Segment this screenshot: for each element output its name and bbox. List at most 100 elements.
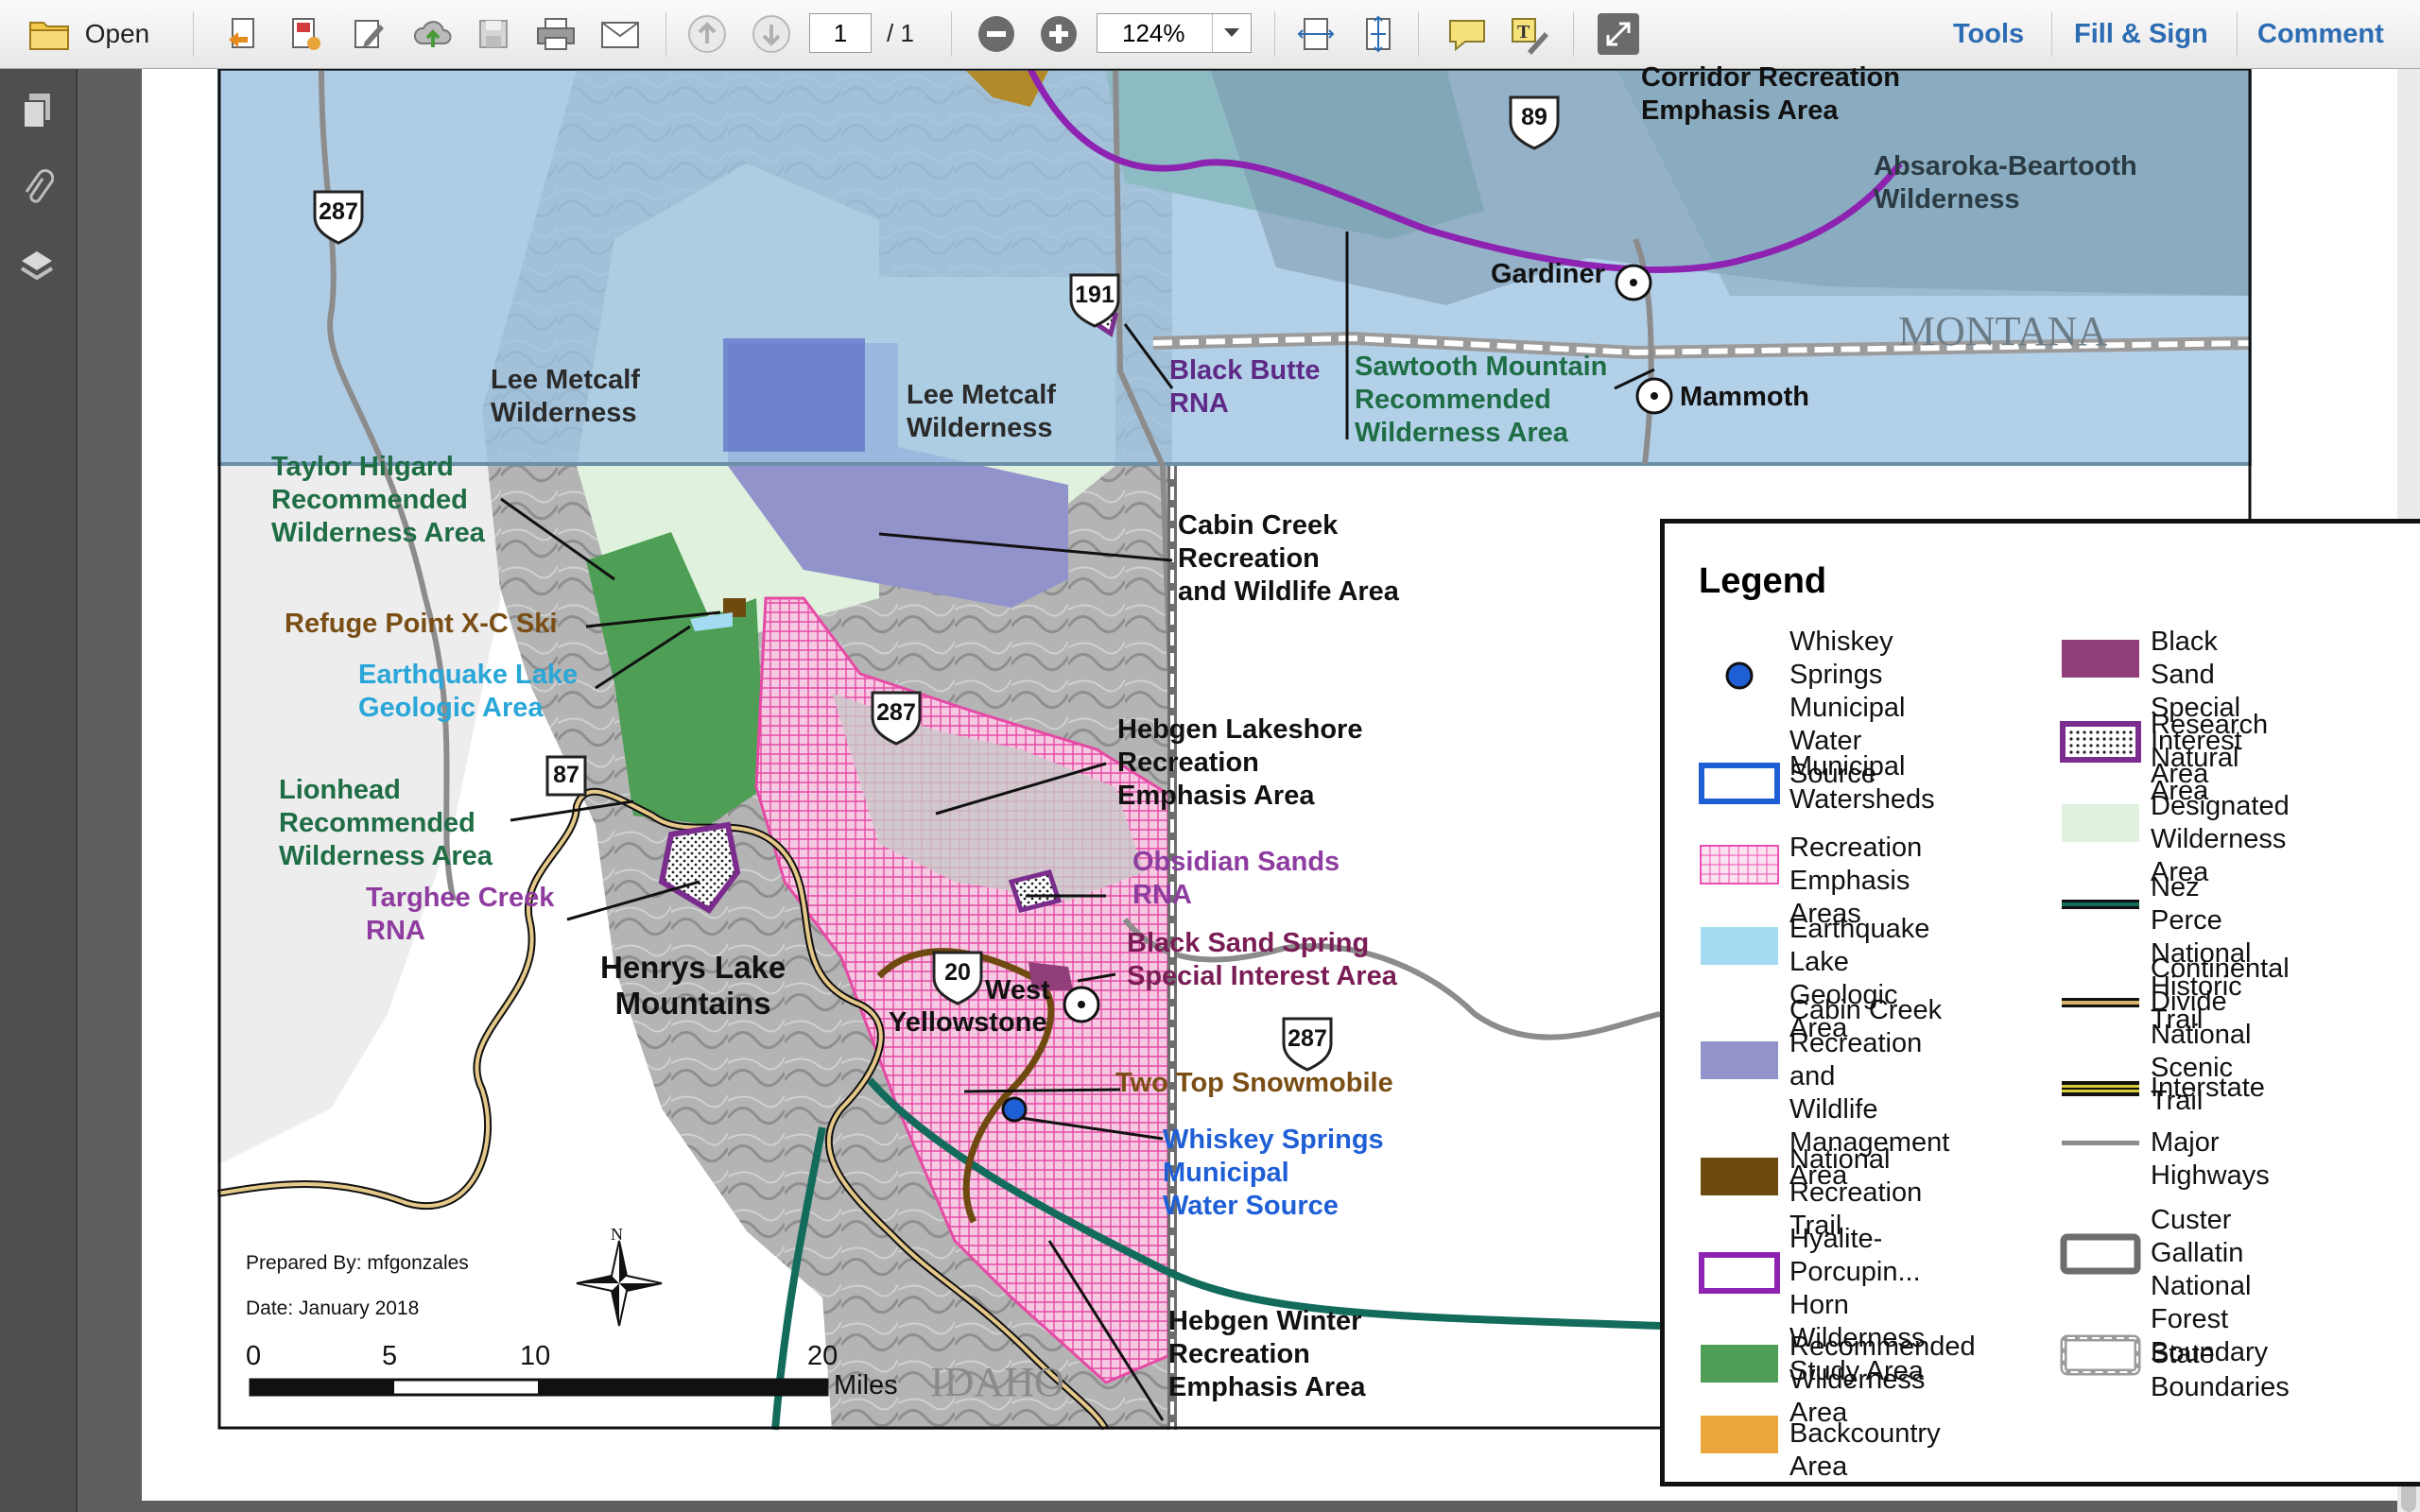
map-label-hebgen-lakeshore: Hebgen Lakeshore Recreation Emphasis Area — [1117, 713, 1362, 813]
map-label-cabin-creek: Cabin Creek Recreation and Wildlife Area — [1178, 509, 1399, 609]
tools-button[interactable]: Tools — [1953, 13, 2024, 55]
highway-287-center: 287 — [876, 699, 916, 726]
page-thumbnails-icon[interactable] — [15, 90, 59, 133]
fit-page-icon[interactable] — [1354, 0, 1403, 68]
label-line: Hebgen Winter — [1168, 1306, 1362, 1336]
map-legend: Legend Whiskey Springs Municipal Water Sou… — [1660, 519, 2420, 1486]
map-label-henrys-lake: Henrys Lake Mountains — [600, 950, 786, 1022]
next-page-icon[interactable] — [747, 0, 796, 68]
label-line: Mountains — [614, 986, 771, 1021]
legend-label-line: Recommended — [1789, 1332, 1976, 1362]
highlight-text-icon[interactable]: T — [1505, 0, 1554, 68]
legend-label-line: Recreation — [1789, 833, 1923, 863]
save-icon[interactable] — [469, 0, 518, 68]
map-label-black-sand-spring: Black Sand Spring Special Interest Area — [1127, 927, 1397, 993]
label-line: Black Sand Spring — [1127, 928, 1370, 958]
designated-fill-icon — [2060, 802, 2141, 849]
legend-label-line: Research Natural — [2151, 710, 2269, 773]
prepared-by: Prepared By: mfgonzales — [246, 1252, 469, 1274]
label-line: Recommended — [279, 808, 475, 838]
fill-sign-button[interactable]: Fill & Sign — [2074, 13, 2208, 55]
map-frame: Corridor Recreation Emphasis Area Absarok… — [216, 62, 2420, 1486]
fit-width-icon[interactable] — [1291, 0, 1340, 68]
label-line: Geologic Area — [358, 693, 544, 723]
study-outline-icon — [1699, 1251, 1780, 1298]
map-label-hebgen-winter: Hebgen Winter Recreation Emphasis Area — [1168, 1305, 1365, 1404]
scale-0: 0 — [246, 1341, 262, 1371]
map-label-idaho: IDAHO — [930, 1359, 1064, 1405]
highway-191: 191 — [1075, 282, 1115, 308]
interstate-line-icon — [2060, 1068, 2141, 1114]
legend-label-line: Designated — [2151, 791, 2290, 821]
label-line: RNA — [1169, 388, 1229, 419]
open-button[interactable]: Open — [13, 0, 164, 68]
upload-cloud-icon[interactable] — [408, 0, 458, 68]
attachments-icon[interactable] — [15, 167, 59, 211]
sticky-note-icon[interactable] — [1443, 0, 1492, 68]
label-line: Lee Metcalf — [491, 365, 640, 395]
zoom-value: 124% — [1122, 19, 1185, 47]
svg-text:T: T — [1517, 22, 1530, 43]
export-pdf-icon[interactable] — [280, 0, 329, 68]
map-label-obsidian-sands: Obsidian Sands RNA — [1132, 846, 1340, 912]
map-label-earthquake-lake: Earthquake Lake Geologic Area — [358, 659, 578, 725]
map-label-targhee-creek: Targhee Creek RNA — [366, 882, 554, 948]
cdt-line-icon — [2060, 982, 2141, 1028]
legend-label-line: Continental Divide — [2151, 954, 2290, 1017]
legend-label-line: Wildlife — [1789, 1094, 1878, 1125]
open-label: Open — [84, 19, 150, 48]
backcountry-fill-icon — [1699, 1414, 1780, 1460]
legend-label-line: Watersheds — [1789, 784, 1935, 815]
map-label-absaroka: Absaroka-Beartooth Wilderness — [1874, 150, 2137, 216]
label-line: Wilderness — [907, 413, 1053, 443]
label-line: Cabin Creek — [1178, 510, 1339, 541]
folder-icon — [28, 22, 69, 50]
zoom-out-icon[interactable] — [972, 0, 1021, 68]
label-line: Emphasis Area — [1168, 1372, 1366, 1402]
print-icon[interactable] — [531, 0, 580, 68]
map-label-lee-metcalf-2: Lee Metcalf Wilderness — [907, 379, 1056, 445]
label-line: Emphasis Area — [1117, 781, 1315, 811]
highway-89: 89 — [1521, 104, 1547, 130]
layers-icon[interactable] — [15, 245, 59, 288]
legend-title: Legend — [1699, 561, 1827, 601]
page-total: / 1 — [887, 19, 914, 47]
legend-label: State Boundaries — [2151, 1338, 2290, 1404]
map-label-black-butte: Black Butte RNA — [1169, 354, 1321, 421]
comment-button[interactable]: Comment — [2257, 13, 2384, 55]
highway-287-south: 287 — [1288, 1025, 1327, 1052]
edit-pdf-icon[interactable] — [344, 0, 393, 68]
label-line: Hebgen Lakeshore — [1117, 714, 1363, 745]
zoom-select[interactable]: 124% — [1097, 13, 1252, 53]
previous-page-icon[interactable] — [683, 0, 732, 68]
special-interest-fill-icon — [2060, 638, 2141, 684]
scale-10: 10 — [520, 1341, 551, 1371]
scale-5: 5 — [382, 1341, 398, 1371]
legend-label: Interstate — [2151, 1072, 2265, 1105]
map-label-corridor: Corridor Recreation Emphasis Area — [1641, 61, 1900, 128]
chevron-down-icon[interactable] — [1212, 14, 1251, 52]
map-label-taylor-hilgard: Taylor Hilgard Recommended Wilderness Area — [271, 451, 485, 550]
highway-87: 87 — [553, 762, 579, 788]
map-label-gardiner: Gardiner — [1491, 259, 1605, 289]
label-line: RNA — [1132, 880, 1192, 910]
map-label-refuge-point: Refuge Point X-C Ski — [285, 609, 558, 639]
create-pdf-icon[interactable] — [219, 0, 268, 68]
legend-label-line: Major Highways — [2151, 1127, 2270, 1191]
scale-20: 20 — [807, 1341, 838, 1371]
label-line: Recommended — [1355, 385, 1551, 415]
label-line: RNA — [366, 916, 425, 946]
rna-pattern-icon — [2060, 721, 2141, 767]
full-screen-button[interactable] — [1594, 0, 1643, 68]
page-number-input[interactable]: 1 — [809, 13, 872, 53]
label-line: Corridor Recreation — [1641, 62, 1900, 93]
legend-label-line: National Recreation — [1789, 1144, 1923, 1208]
geologic-fill-icon — [1699, 925, 1780, 971]
email-icon[interactable] — [596, 0, 645, 68]
zoom-in-icon[interactable] — [1034, 0, 1083, 68]
label-line: Taylor Hilgard — [271, 452, 454, 482]
scale-units: Miles — [834, 1370, 898, 1400]
highway-287-north: 287 — [319, 198, 358, 225]
label-line: Emphasis Area — [1641, 95, 1839, 126]
label-line: Wilderness Area — [1355, 418, 1568, 448]
